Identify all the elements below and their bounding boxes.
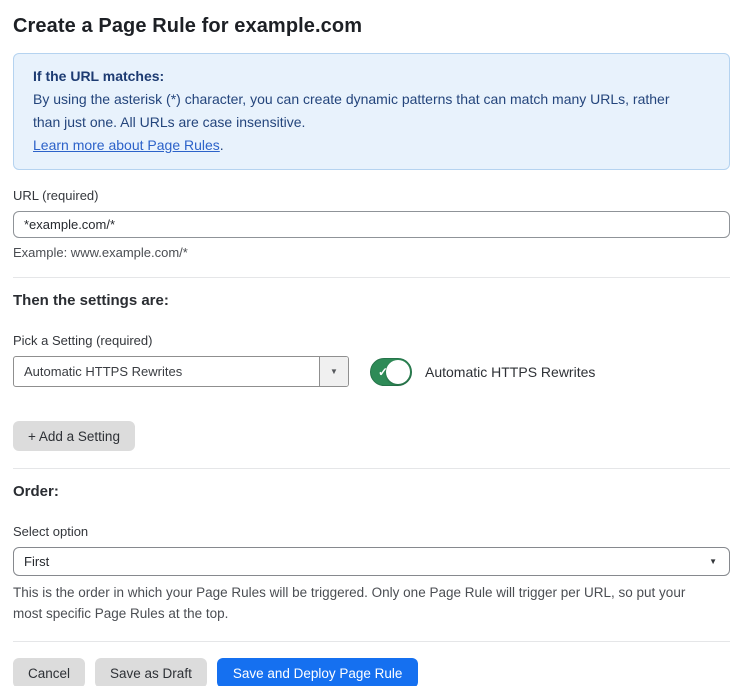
url-label: URL (required) [13, 188, 99, 203]
chevron-down-icon: ▼ [709, 556, 717, 566]
toggle-knob [386, 359, 410, 384]
setting-toggle-label: Automatic HTTPS Rewrites [425, 363, 596, 380]
learn-more-link[interactable]: Learn more about Page Rules [33, 137, 220, 153]
order-select-label: Select option [13, 524, 89, 539]
setting-row: Automatic HTTPS Rewrites ▼ ✓ Automatic H… [13, 356, 730, 387]
setting-dropdown[interactable]: Automatic HTTPS Rewrites ▼ [13, 356, 349, 387]
divider [13, 277, 730, 278]
link-period: . [219, 137, 224, 153]
info-box-link-line: Learn more about Page Rules. [33, 134, 710, 157]
chevron-down-icon: ▼ [330, 366, 338, 376]
save-as-draft-button[interactable]: Save as Draft [95, 658, 207, 686]
url-matches-info-box: If the URL matches: By using the asteris… [13, 53, 730, 170]
order-select-value: First [24, 554, 50, 569]
page-title: Create a Page Rule for example.com [13, 15, 363, 37]
settings-section-heading: Then the settings are: [13, 292, 169, 309]
info-box-body: By using the asterisk (*) character, you… [33, 91, 670, 130]
save-and-deploy-button[interactable]: Save and Deploy Page Rule [216, 658, 419, 686]
order-section-heading: Order: [13, 483, 59, 500]
setting-toggle[interactable]: ✓ [370, 357, 412, 386]
setting-dropdown-arrow-button[interactable]: ▼ [319, 357, 348, 386]
pick-setting-label: Pick a Setting (required) [13, 333, 153, 348]
url-example-hint: Example: www.example.com/* [13, 245, 188, 260]
create-page-rule-form: Create a Page Rule for example.com If th… [13, 15, 730, 686]
add-setting-button[interactable]: + Add a Setting [13, 421, 135, 451]
order-select[interactable]: First ▼ [13, 547, 730, 576]
divider [13, 468, 730, 469]
footer-actions: Cancel Save as Draft Save and Deploy Pag… [13, 658, 730, 686]
info-box-heading: If the URL matches: [33, 68, 165, 84]
divider [13, 641, 730, 642]
url-input[interactable] [13, 211, 730, 238]
setting-dropdown-value: Automatic HTTPS Rewrites [24, 364, 183, 379]
cancel-button[interactable]: Cancel [13, 658, 86, 686]
order-help-text: This is the order in which your Page Rul… [13, 585, 686, 621]
